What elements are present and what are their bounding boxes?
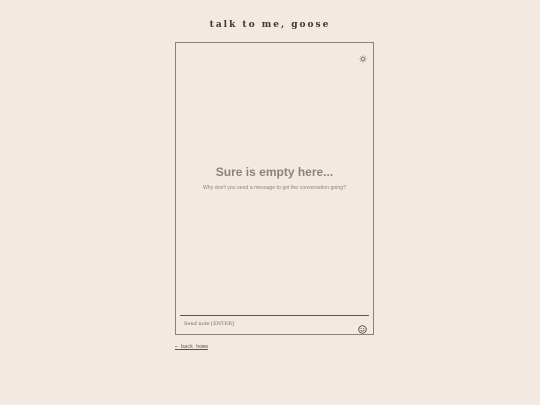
page-title: talk to me, goose <box>209 20 331 30</box>
chat-window: Sure is empty here... Why don't you send… <box>175 42 374 335</box>
empty-state: Sure is empty here... Why don't you send… <box>176 164 373 192</box>
empty-state-subtext: Why don't you send a message to get the … <box>202 185 347 191</box>
gear-icon[interactable] <box>359 48 367 63</box>
empty-state-heading: Sure is empty here... <box>215 165 334 179</box>
smiley-face-icon[interactable] <box>358 319 367 334</box>
message-composer <box>180 315 369 334</box>
back-home-link[interactable]: ← back home <box>175 344 208 350</box>
message-input[interactable] <box>184 319 344 329</box>
